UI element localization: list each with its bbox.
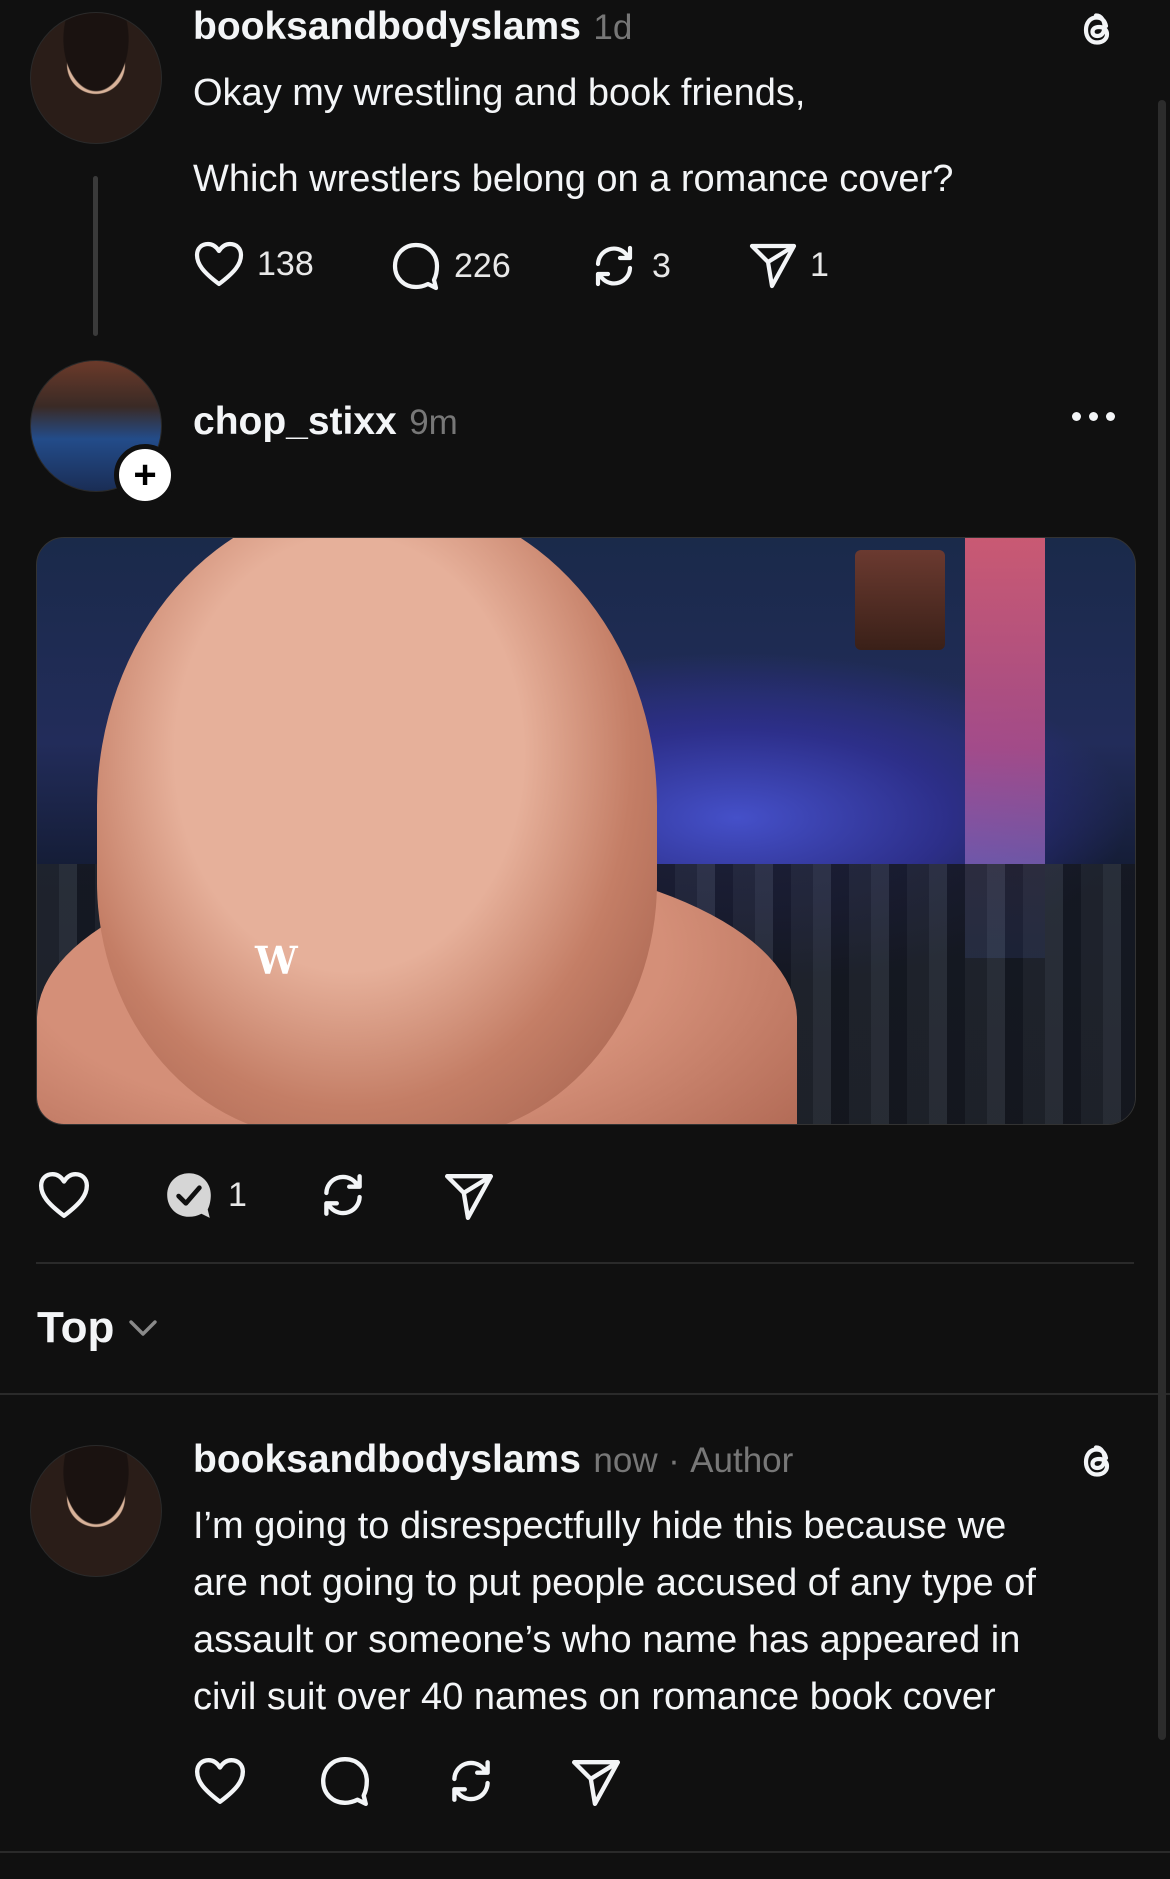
share-count: 1 (810, 245, 829, 284)
author-badge: Author (690, 1441, 794, 1480)
author-like-button[interactable] (193, 1756, 247, 1806)
author-reply-text: I’m going to disrespectfully hide this b… (193, 1498, 1123, 1726)
repost-icon (452, 1760, 490, 1802)
heart-icon (38, 1172, 90, 1218)
send-icon (749, 243, 797, 289)
wrestler-gif[interactable]: W (36, 537, 1136, 1125)
threads-logo-icon[interactable] (1072, 4, 1124, 56)
post-text-line-2: Which wrestlers belong on a romance cove… (193, 158, 954, 200)
send-icon (444, 1174, 494, 1221)
author-reply-line-3: assault or someone’s who name has appear… (193, 1619, 1021, 1661)
share-button[interactable]: 1 (748, 240, 829, 290)
heart-icon (194, 241, 244, 287)
wrestler-face (97, 538, 657, 1124)
arena-screen (855, 550, 945, 650)
repost-icon (595, 245, 633, 287)
avatar-booksandbodyslams-reply[interactable] (30, 1445, 162, 1577)
reply-button[interactable]: 226 (390, 240, 511, 292)
reply-reply-count: 1 (228, 1175, 247, 1214)
author-reply-line-4: civil suit over 40 names on romance book… (193, 1676, 996, 1718)
author-reply-button[interactable] (318, 1754, 372, 1808)
thread-line (93, 176, 98, 336)
like-button[interactable]: 138 (193, 240, 314, 288)
post-time: 1d (593, 8, 633, 47)
chevron-down-icon (129, 1320, 158, 1336)
repost-button[interactable]: 3 (588, 240, 671, 292)
repost-count: 3 (652, 246, 671, 285)
wwe-watermark-logo: W (255, 938, 298, 983)
reply-header: chop_stixx 9m (193, 400, 458, 444)
replied-comment-icon (167, 1173, 211, 1218)
author-reply-line-2: are not going to put people accused of a… (193, 1562, 1036, 1604)
sort-dropdown[interactable]: Top (37, 1303, 158, 1353)
author-reply-time: now (593, 1441, 658, 1480)
reply-share-button[interactable] (443, 1170, 495, 1222)
post-username[interactable]: booksandbodyslams (193, 5, 581, 48)
reply-like-button[interactable] (37, 1170, 91, 1220)
more-options-icon[interactable] (1072, 412, 1115, 421)
meta-separator: · (668, 1441, 680, 1480)
reply-time: 9m (409, 403, 458, 442)
reply-repost-button[interactable] (316, 1168, 370, 1222)
follow-plus-label: + (133, 453, 157, 497)
post-header: booksandbodyslams 1d (193, 5, 632, 49)
reply-reply-button[interactable]: 1 (162, 1168, 247, 1222)
author-reply-username[interactable]: booksandbodyslams (193, 1438, 581, 1481)
section-divider (0, 1393, 1170, 1395)
author-reply-line-1: I’m going to disrespectfully hide this b… (193, 1505, 1007, 1547)
avatar-booksandbodyslams[interactable] (30, 12, 162, 144)
scrollbar[interactable] (1158, 100, 1166, 1740)
comment-icon (392, 242, 440, 291)
send-icon (571, 1760, 621, 1807)
divider (36, 1262, 1134, 1264)
threads-logo-icon[interactable] (1072, 1436, 1124, 1488)
author-repost-button[interactable] (444, 1754, 498, 1808)
repost-icon (324, 1174, 362, 1216)
reply-username[interactable]: chop_stixx (193, 400, 397, 443)
author-reply-header: booksandbodyslams now · Author (193, 1438, 793, 1482)
reply-count: 226 (454, 246, 511, 285)
comment-icon (321, 1757, 369, 1807)
bottom-divider (0, 1851, 1170, 1853)
post-text-line-1: Okay my wrestling and book friends, (193, 72, 806, 114)
follow-plus-icon[interactable]: + (114, 444, 176, 506)
author-share-button[interactable] (570, 1756, 622, 1808)
sort-label: Top (37, 1303, 115, 1352)
heart-icon (194, 1758, 246, 1804)
like-count: 138 (257, 244, 314, 283)
